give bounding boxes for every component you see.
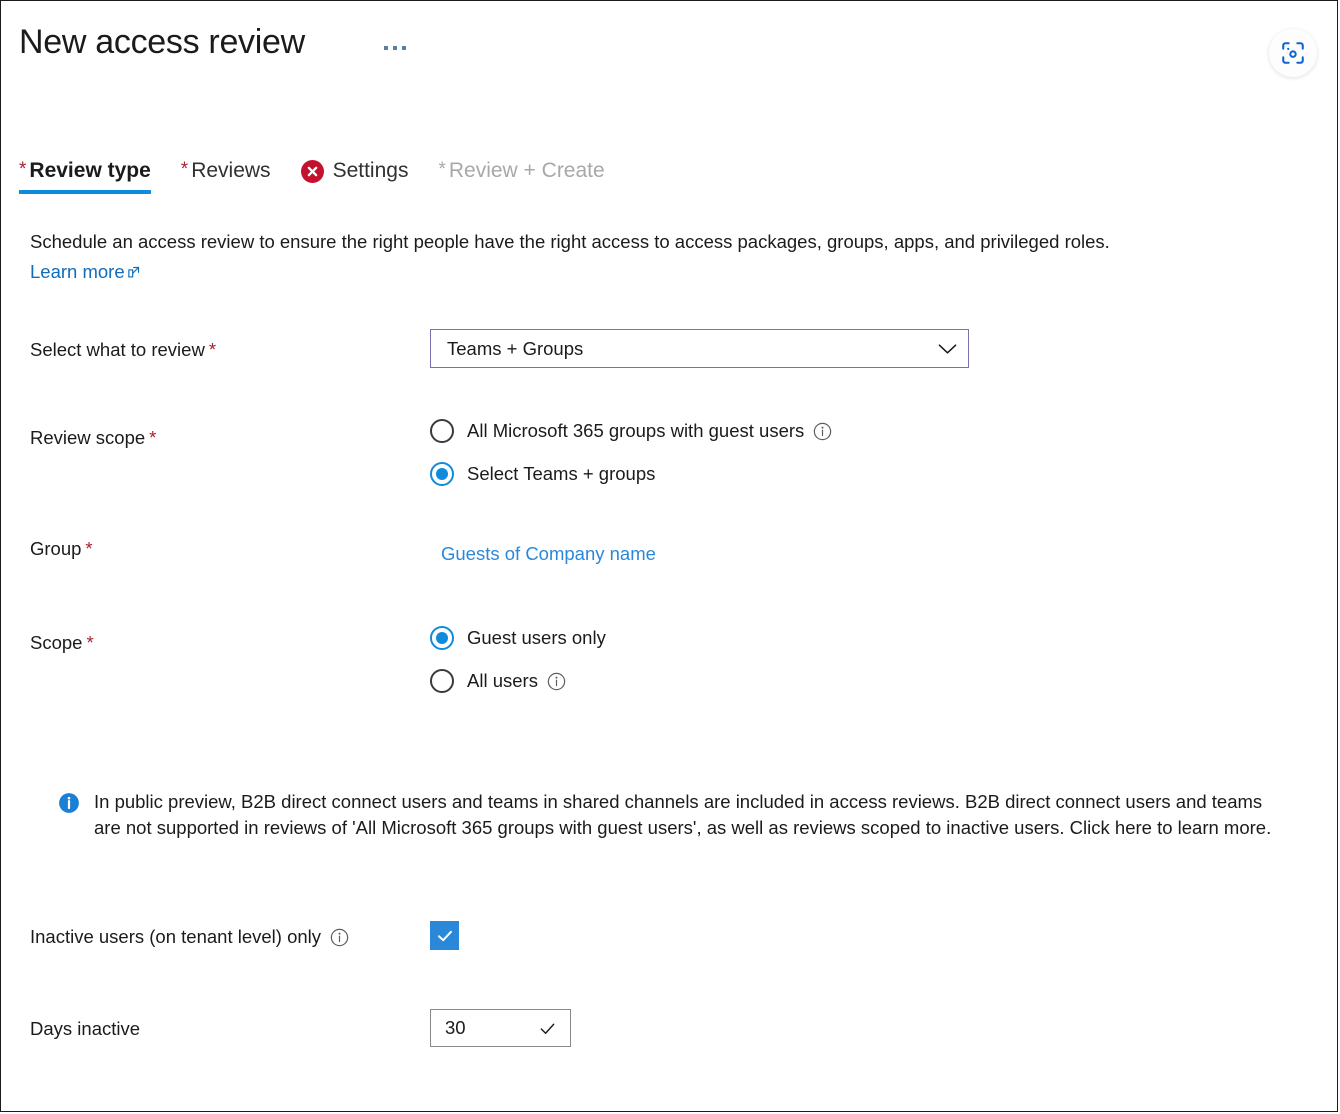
info-circle-icon <box>547 672 566 691</box>
scope-field: Guest users only All users <box>430 626 606 693</box>
ellipsis-dot <box>393 46 397 50</box>
screenshot-capture-icon <box>1280 40 1306 66</box>
tab-required-marker: * <box>438 160 445 179</box>
radio-all-m365-groups-with-guest-users[interactable]: All Microsoft 365 groups with guest user… <box>430 419 832 443</box>
page-title: New access review <box>19 23 305 62</box>
group-field: Guests of Company name <box>441 543 656 565</box>
radio-label: Guest users only <box>467 627 606 649</box>
select-what-to-review-label: Select what to review* <box>30 339 216 361</box>
scope-label: Scope* <box>30 632 94 654</box>
chevron-down-icon <box>938 343 957 355</box>
tab-review-type[interactable]: * Review type <box>19 159 165 194</box>
active-tab-underline <box>19 190 151 194</box>
info-circle-icon <box>330 928 349 947</box>
radio-guest-users-only[interactable]: Guest users only <box>430 626 606 650</box>
inactive-users-checkbox[interactable] <box>430 921 459 950</box>
select-what-to-review-dropdown[interactable]: Teams + Groups <box>430 329 969 368</box>
tab-required-marker: * <box>19 160 26 179</box>
panel-description: Schedule an access review to ensure the … <box>30 227 1280 287</box>
radio-mark <box>430 462 454 486</box>
wizard-tabs: * Review type * Reviews Settings * Revie… <box>19 159 635 194</box>
radio-label: Select Teams + groups <box>467 463 655 485</box>
review-scope-field: All Microsoft 365 groups with guest user… <box>430 419 832 486</box>
group-label: Group* <box>30 538 93 560</box>
tab-settings[interactable]: Settings <box>301 159 423 194</box>
review-scope-label: Review scope* <box>30 427 156 449</box>
group-value-link[interactable]: Guests of Company name <box>441 543 656 564</box>
inactive-users-field <box>430 921 459 950</box>
close-x-glyph <box>306 165 319 178</box>
checkmark-icon <box>435 926 455 946</box>
radio-label: All users <box>467 670 538 692</box>
error-circle-icon <box>301 160 324 183</box>
screenshot-capture-button[interactable] <box>1269 29 1317 77</box>
radio-all-users[interactable]: All users <box>430 669 606 693</box>
tab-reviews[interactable]: * Reviews <box>181 159 285 194</box>
tab-label: Review type <box>29 159 150 183</box>
new-access-review-panel: New access review * Review type * <box>0 0 1338 1112</box>
tab-review-create[interactable]: * Review + Create <box>438 159 618 194</box>
learn-more-label: Learn more <box>30 257 125 287</box>
review-scope-radio-group: All Microsoft 365 groups with guest user… <box>430 419 832 486</box>
inactive-users-label: Inactive users (on tenant level) only <box>30 926 349 948</box>
info-icon[interactable] <box>547 672 566 691</box>
dropdown-selected-value: Teams + Groups <box>447 338 583 360</box>
radio-label: All Microsoft 365 groups with guest user… <box>467 420 804 442</box>
description-text: Schedule an access review to ensure the … <box>30 231 1110 252</box>
learn-more-link[interactable]: Learn more <box>30 257 140 287</box>
radio-mark <box>430 626 454 650</box>
info-icon[interactable] <box>813 422 832 441</box>
ellipsis-menu-button[interactable] <box>380 42 410 54</box>
info-circle-icon <box>813 422 832 441</box>
ellipsis-dot <box>402 46 406 50</box>
radio-mark <box>430 419 454 443</box>
info-icon[interactable] <box>330 928 349 947</box>
tab-label: Reviews <box>191 159 270 183</box>
banner-text: In public preview, B2B direct connect us… <box>94 789 1283 841</box>
tab-required-marker: * <box>181 160 188 179</box>
radio-mark <box>430 669 454 693</box>
info-filled-icon <box>58 792 80 841</box>
panel-header: New access review <box>1 1 1337 109</box>
tab-label: Settings <box>333 159 409 183</box>
radio-select-teams-groups[interactable]: Select Teams + groups <box>430 462 832 486</box>
scope-radio-group: Guest users only All users <box>430 626 606 693</box>
days-inactive-input[interactable]: 30 <box>430 1009 571 1047</box>
checkmark-icon[interactable] <box>538 1019 557 1038</box>
days-inactive-value: 30 <box>445 1017 466 1039</box>
tab-label: Review + Create <box>449 159 605 183</box>
days-inactive-label: Days inactive <box>30 1018 140 1040</box>
external-link-icon <box>127 266 140 279</box>
select-what-to-review-field: Teams + Groups <box>430 329 969 368</box>
ellipsis-dot <box>384 46 388 50</box>
public-preview-info-banner: In public preview, B2B direct connect us… <box>58 789 1283 841</box>
days-inactive-field: 30 <box>430 1009 571 1047</box>
info-filled-glyph <box>58 792 80 814</box>
